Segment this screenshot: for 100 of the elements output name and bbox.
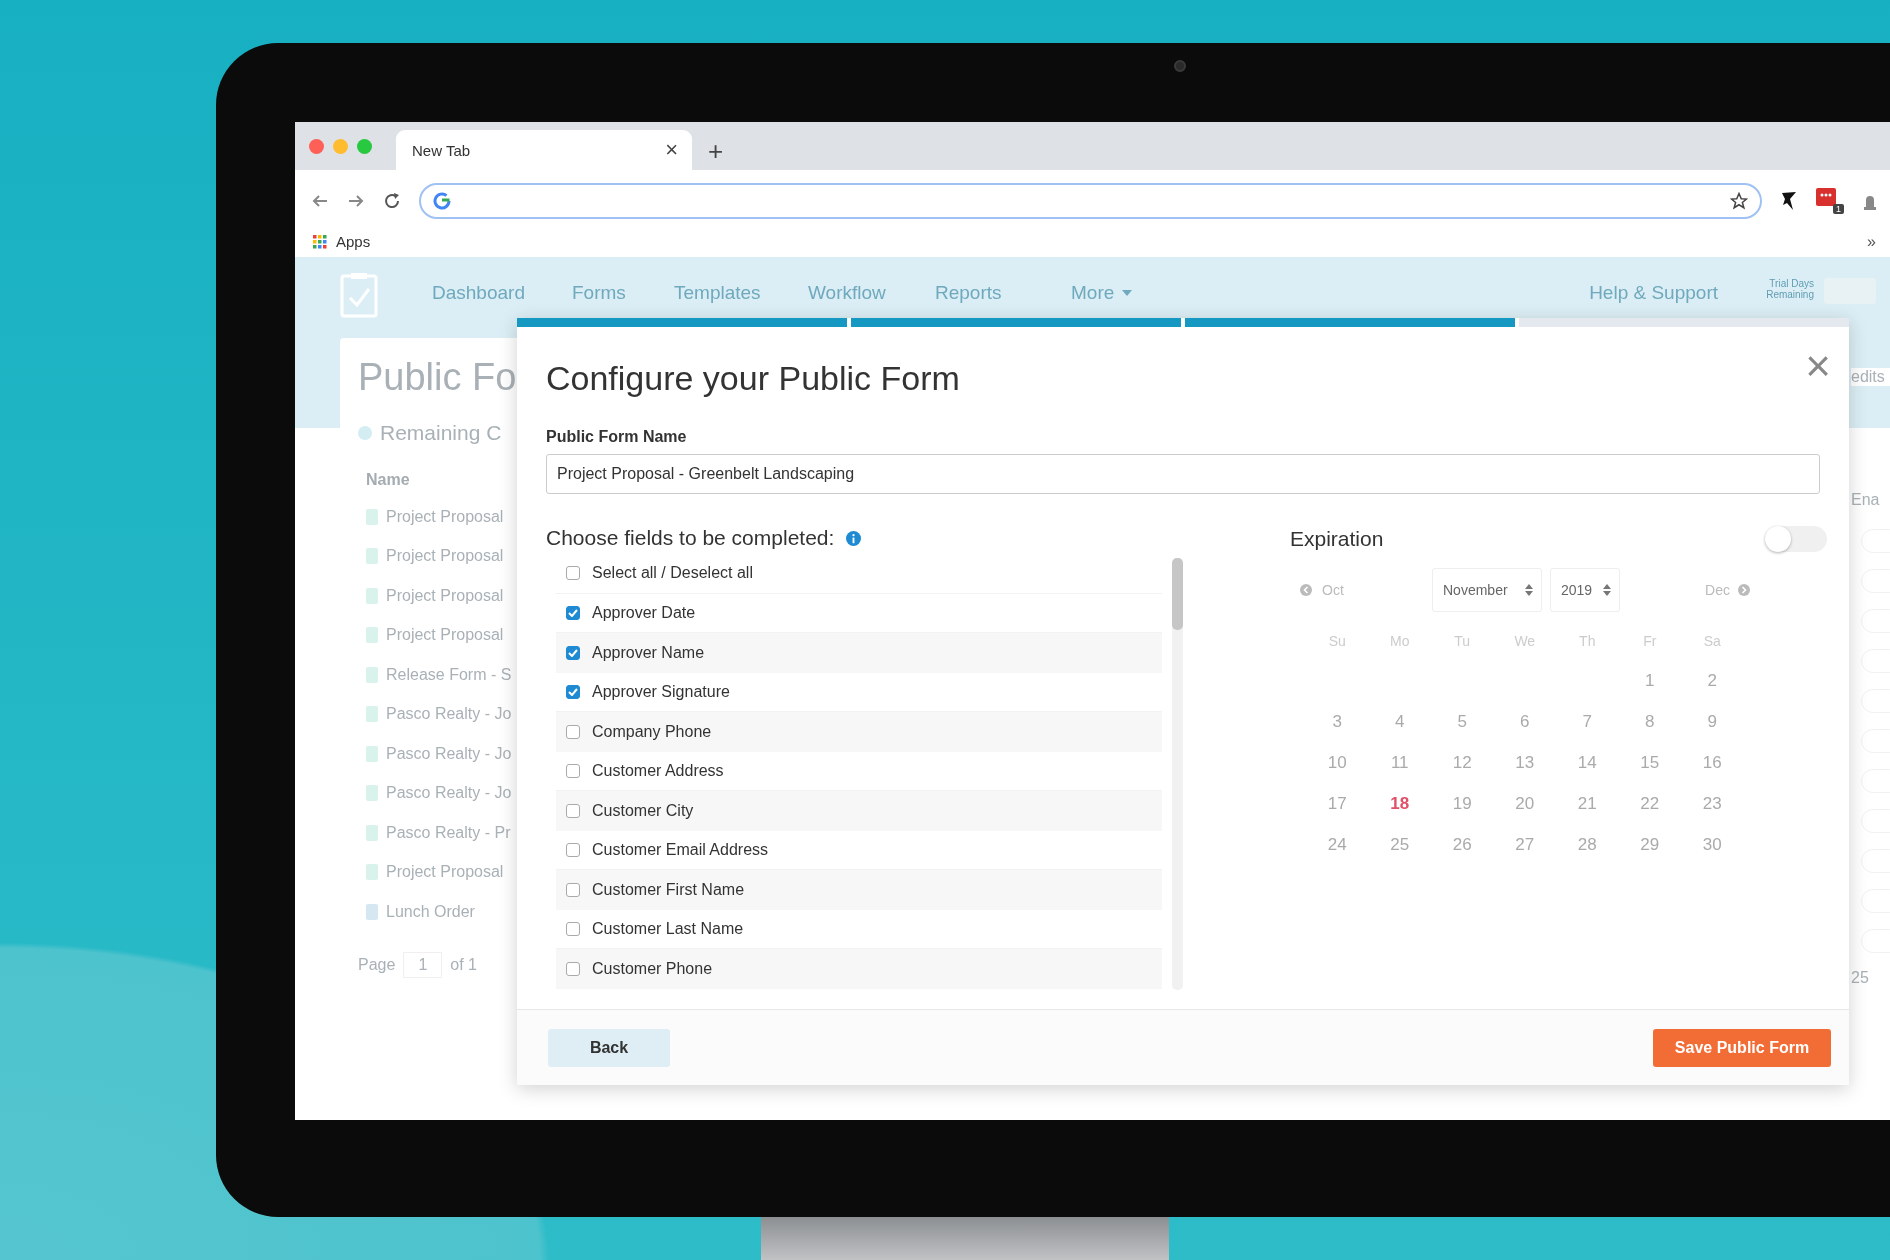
form-name[interactable]: Release Form - S xyxy=(386,665,512,684)
checkbox[interactable] xyxy=(566,961,580,976)
form-name[interactable]: Project Proposal xyxy=(386,547,504,566)
checkbox[interactable] xyxy=(566,605,580,620)
form-name[interactable]: Pasco Realty - Jo xyxy=(386,784,512,803)
checkbox[interactable] xyxy=(566,684,580,699)
checkbox[interactable] xyxy=(566,566,580,581)
expiration-toggle[interactable] xyxy=(1765,526,1827,552)
form-name[interactable]: Pasco Realty - Jo xyxy=(386,705,512,724)
form-name-field[interactable]: Project Proposal - Greenbelt Landscaping xyxy=(546,454,1820,494)
bookmark-link[interactable]: Apps xyxy=(313,233,371,250)
form-name[interactable]: Lunch Order xyxy=(386,902,475,921)
section-heading: Choose fields to be completed: xyxy=(546,526,835,550)
camera-icon xyxy=(1174,60,1186,72)
star-icon[interactable] xyxy=(1730,192,1748,210)
checkbox[interactable] xyxy=(566,842,580,857)
calendar-day[interactable]: 5 xyxy=(1431,701,1494,742)
info-icon xyxy=(358,426,372,440)
close-button[interactable]: × xyxy=(1805,353,1831,379)
calendar-day[interactable]: 4 xyxy=(1368,701,1431,742)
year-select[interactable]: 2019 xyxy=(1550,568,1620,612)
page-total: of 1 xyxy=(450,955,477,974)
next-month-link[interactable]: Dec xyxy=(1705,582,1750,598)
checkbox-label[interactable]: Customer Address xyxy=(592,761,724,780)
checkbox-label[interactable]: Customer City xyxy=(592,801,694,820)
bookmarks-overflow[interactable]: » xyxy=(1867,232,1876,251)
nav-link[interactable]: More xyxy=(1071,282,1171,304)
form-name[interactable]: Project Proposal xyxy=(386,863,504,882)
calendar-day[interactable]: 15 xyxy=(1618,742,1681,783)
calendar-day[interactable]: 26 xyxy=(1431,824,1494,865)
checkbox-label[interactable]: Customer First Name xyxy=(592,880,745,899)
form-name[interactable]: Pasco Realty - Jo xyxy=(386,744,512,763)
reload-icon[interactable] xyxy=(383,192,401,210)
calendar-day[interactable]: 19 xyxy=(1431,783,1494,824)
maximize-icon[interactable] xyxy=(357,138,372,154)
calendar-day[interactable]: 2 xyxy=(1681,660,1744,701)
back-button[interactable]: Back xyxy=(548,1028,670,1067)
nav-link[interactable]: Templates xyxy=(674,282,808,304)
checkbox-label[interactable]: Customer Phone xyxy=(592,959,713,978)
checkbox-label[interactable]: Approver Name xyxy=(592,643,705,662)
previous-month-link[interactable]: Oct xyxy=(1300,582,1432,598)
calendar-day[interactable]: 9 xyxy=(1681,701,1744,742)
checkbox[interactable] xyxy=(566,763,580,778)
nav-link[interactable]: Dashboard xyxy=(432,282,572,304)
checkbox[interactable] xyxy=(566,645,580,660)
calendar-day[interactable]: 14 xyxy=(1556,742,1619,783)
calendar-day[interactable]: 20 xyxy=(1493,783,1556,824)
nav-link[interactable]: Reports xyxy=(935,282,1071,304)
calendar-day[interactable]: 22 xyxy=(1618,783,1681,824)
nav-link[interactable]: Workflow xyxy=(808,282,935,304)
extension-icon[interactable] xyxy=(1780,191,1798,211)
browser-tab[interactable]: New Tab × xyxy=(396,130,692,170)
calendar-day[interactable]: 23 xyxy=(1681,783,1744,824)
page-field[interactable]: 1 xyxy=(403,951,443,978)
checkbox-label[interactable]: Select all / Deselect all xyxy=(592,564,753,583)
close-window-icon[interactable] xyxy=(309,138,324,154)
new-tab-button[interactable]: + xyxy=(708,138,724,164)
calendar-day[interactable]: 7 xyxy=(1556,701,1619,742)
calendar-day[interactable]: 8 xyxy=(1618,701,1681,742)
calendar-day[interactable]: 6 xyxy=(1493,701,1556,742)
tab-close-button[interactable]: × xyxy=(665,139,678,161)
calendar-day[interactable]: 25 xyxy=(1368,824,1431,865)
calendar-day[interactable]: 10 xyxy=(1306,742,1369,783)
form-name[interactable]: Project Proposal xyxy=(386,626,504,645)
calendar-day[interactable]: 18 xyxy=(1368,783,1431,824)
calendar-day[interactable]: 13 xyxy=(1493,742,1556,783)
checkbox-label[interactable]: Customer Last Name xyxy=(592,919,744,938)
calendar-day[interactable]: 12 xyxy=(1431,742,1494,783)
info-icon[interactable] xyxy=(846,530,862,546)
calendar-day[interactable]: 11 xyxy=(1368,742,1431,783)
calendar-day[interactable]: 27 xyxy=(1493,824,1556,865)
calendar-day[interactable]: 30 xyxy=(1681,824,1744,865)
checkbox-label[interactable]: Approver Signature xyxy=(592,682,730,701)
checkbox-label[interactable]: Approver Date xyxy=(592,603,696,622)
checkbox[interactable] xyxy=(566,724,580,739)
checklist-logo-icon[interactable] xyxy=(340,272,378,318)
calendar-day[interactable]: 24 xyxy=(1306,824,1369,865)
minimize-icon[interactable] xyxy=(333,138,348,154)
calendar-day[interactable]: 16 xyxy=(1681,742,1744,783)
scrollbar[interactable] xyxy=(1172,558,1183,990)
dialog-title: Configure your Public Form xyxy=(546,359,960,398)
calendar-day[interactable]: 1 xyxy=(1618,660,1681,701)
calendar-day[interactable]: 29 xyxy=(1618,824,1681,865)
field-label: Public Form Name xyxy=(546,428,688,446)
save-button[interactable]: Save Public Form xyxy=(1653,1028,1831,1067)
form-name[interactable]: Project Proposal xyxy=(386,507,504,526)
checkbox[interactable] xyxy=(566,803,580,818)
help-link[interactable]: Help & Support xyxy=(1589,282,1718,304)
checkbox[interactable] xyxy=(566,921,580,936)
calendar-day[interactable]: 21 xyxy=(1556,783,1619,824)
form-name[interactable]: Project Proposal xyxy=(386,586,504,605)
checkbox-label[interactable]: Customer Email Address xyxy=(592,840,769,859)
form-name[interactable]: Pasco Realty - Pr xyxy=(386,823,511,842)
nav-link[interactable]: Forms xyxy=(572,282,674,304)
checkbox[interactable] xyxy=(566,882,580,897)
month-select[interactable]: November xyxy=(1432,568,1542,612)
calendar-day[interactable]: 28 xyxy=(1556,824,1619,865)
calendar-day[interactable]: 17 xyxy=(1306,783,1369,824)
checkbox-label[interactable]: Company Phone xyxy=(592,722,712,741)
calendar-day[interactable]: 3 xyxy=(1306,701,1369,742)
